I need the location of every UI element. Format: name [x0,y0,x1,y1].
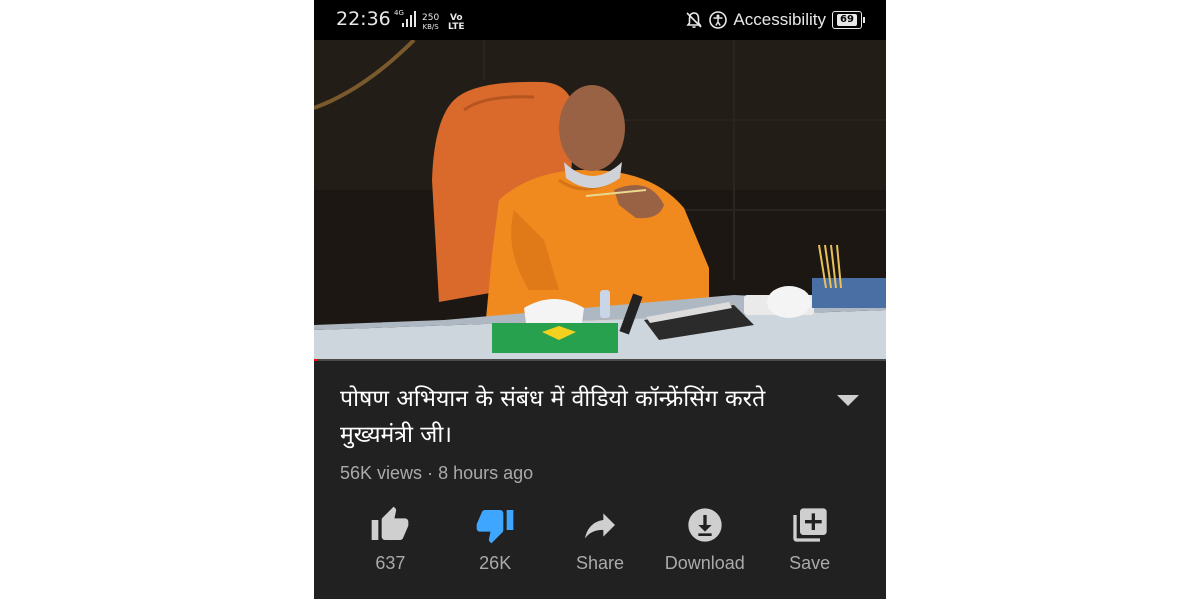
upload-age: 8 hours ago [438,463,534,483]
volte-indicator: Vo LTE [448,13,465,32]
dislike-button[interactable]: 26K [443,505,548,585]
accessibility-icon [709,11,728,29]
video-details: पोषण अभियान के संबंध में वीडियो कॉन्फ्रे… [314,361,886,599]
video-player[interactable] [314,40,886,361]
phone-screen: 22:36 4G 250 KB/S Vo LTE Accessibility 6… [314,0,886,599]
share-label: Share [575,553,625,573]
accessibility-label: Accessibility [733,10,826,29]
status-time: 22:36 [336,8,391,30]
download-icon [688,508,722,542]
action-bar: 637 26K Share Download Save [338,505,862,585]
view-count: 56K views [340,463,423,483]
network-speed: 250 KB/S [422,13,440,32]
bell-off-icon [686,12,703,28]
battery-level: 69 [837,14,857,26]
save-button[interactable]: Save [757,505,862,585]
save-playlist-icon [792,508,827,542]
video-meta: 56K views · 8 hours ago [340,463,533,484]
dislike-count: 26K [479,553,512,573]
share-icon [584,513,615,539]
download-label: Download [664,553,745,573]
network-type: 4G [394,9,404,17]
thumb-up-icon [372,506,409,540]
share-button[interactable]: Share [548,505,653,585]
expand-description-chevron-down-icon[interactable] [837,395,859,406]
status-bar: 22:36 4G 250 KB/S Vo LTE Accessibility 6… [314,0,886,40]
like-button[interactable]: 637 [338,505,443,585]
battery-icon: 69 [832,11,865,29]
download-button[interactable]: Download [652,505,757,585]
video-frame-image [314,40,886,361]
like-count: 637 [375,553,406,573]
save-label: Save [789,553,831,573]
signal-icon: 4G [394,9,416,29]
meta-separator: · [427,463,434,483]
video-title[interactable]: पोषण अभियान के संबंध में वीडियो कॉन्फ्रे… [340,381,810,453]
thumb-down-icon [476,510,514,544]
